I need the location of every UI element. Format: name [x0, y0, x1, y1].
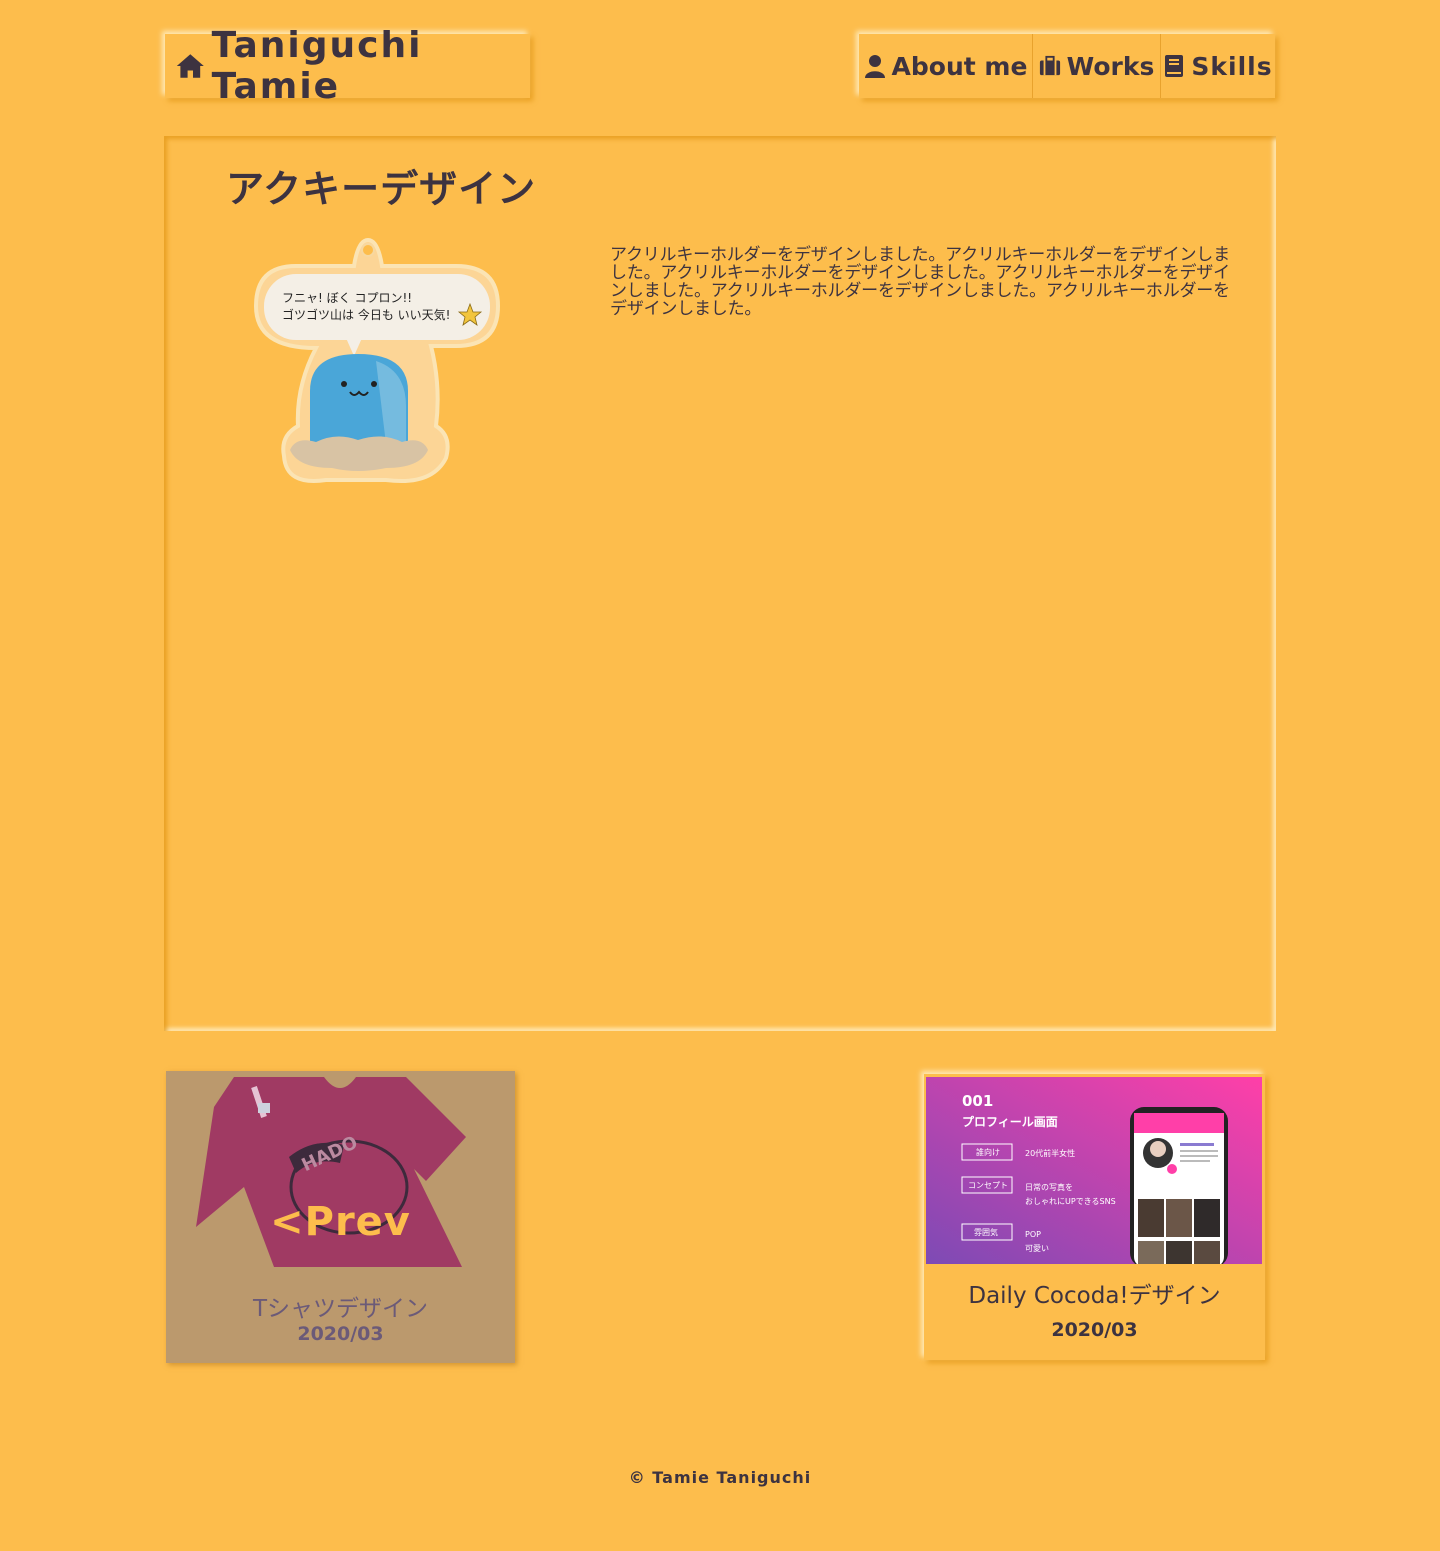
thumb-text-2b: おしゃれにUPできるSNS [1025, 1197, 1116, 1206]
thumb-heading: プロフィール画面 [962, 1114, 1058, 1129]
home-icon [176, 54, 204, 78]
nav-works[interactable]: Works [1033, 34, 1161, 98]
thumb-text-2a: 日常の写真を [1025, 1182, 1073, 1192]
footer-copyright: © Tamie Taniguchi [628, 1468, 812, 1487]
nav-about-me[interactable]: About me [859, 34, 1033, 98]
briefcase-icon [1039, 55, 1060, 76]
prev-work-title: Tシャツデザイン [252, 1296, 429, 1322]
nav-skills[interactable]: Skills [1161, 34, 1275, 98]
bubble-line-2: ゴツゴツ山は 今日も いい天気! [282, 307, 450, 322]
thumb-tag-1: 誰向け [976, 1147, 1000, 1157]
prev-work-date: 2020/03 [297, 1323, 384, 1345]
prev-overlay-label[interactable]: <Prev [166, 1199, 515, 1245]
site-title: Taniguchi Tamie [211, 25, 423, 107]
nav-skills-label: Skills [1191, 51, 1273, 81]
thumb-tag-3: 雰囲気 [974, 1227, 998, 1237]
work-title: アクキーデザイン [226, 167, 537, 211]
thumb-text-3a: POP [1025, 1230, 1041, 1239]
next-work-title: Daily Cocoda!デザイン [968, 1283, 1221, 1309]
main-nav: About me Works Skills [859, 34, 1275, 98]
next-work-date: 2020/03 [1051, 1319, 1138, 1341]
thumb-text-1a: 20代前半女性 [1025, 1148, 1075, 1158]
user-icon [864, 55, 885, 78]
work-description: アクリルキーホルダーをデザインしました。アクリルキーホルダーをデザインしました。… [610, 245, 1230, 319]
keychain-image: フニャ! ぼく コプロン!! ゴツゴツ山は 今日も いい天気! [253, 237, 501, 483]
app-thumbnail: 001 プロフィール画面 誰向け 20代前半女性 コンセプト 日常の写真を おし… [926, 1077, 1262, 1264]
thumb-text-3b: 可愛い [1025, 1243, 1049, 1253]
prev-work-card[interactable]: HADO <Prev Tシャツデザイン 2020/03 [166, 1071, 515, 1363]
thumb-tag-2: コンセプト [968, 1181, 1008, 1190]
thumb-number: 001 [962, 1092, 993, 1110]
nav-works-label: Works [1066, 51, 1155, 81]
work-detail-card: アクキーデザイン フニャ! ぼく コプロン!! ゴツゴツ山は 今日も いい天気!… [164, 136, 1276, 1031]
next-work-card[interactable]: 001 プロフィール画面 誰向け 20代前半女性 コンセプト 日常の写真を おし… [924, 1074, 1265, 1360]
nav-about-me-label: About me [891, 51, 1028, 81]
book-icon [1165, 55, 1184, 77]
bubble-line-1: フニャ! ぼく コプロン!! [282, 291, 412, 305]
home-link[interactable]: Taniguchi Tamie [165, 25, 530, 107]
